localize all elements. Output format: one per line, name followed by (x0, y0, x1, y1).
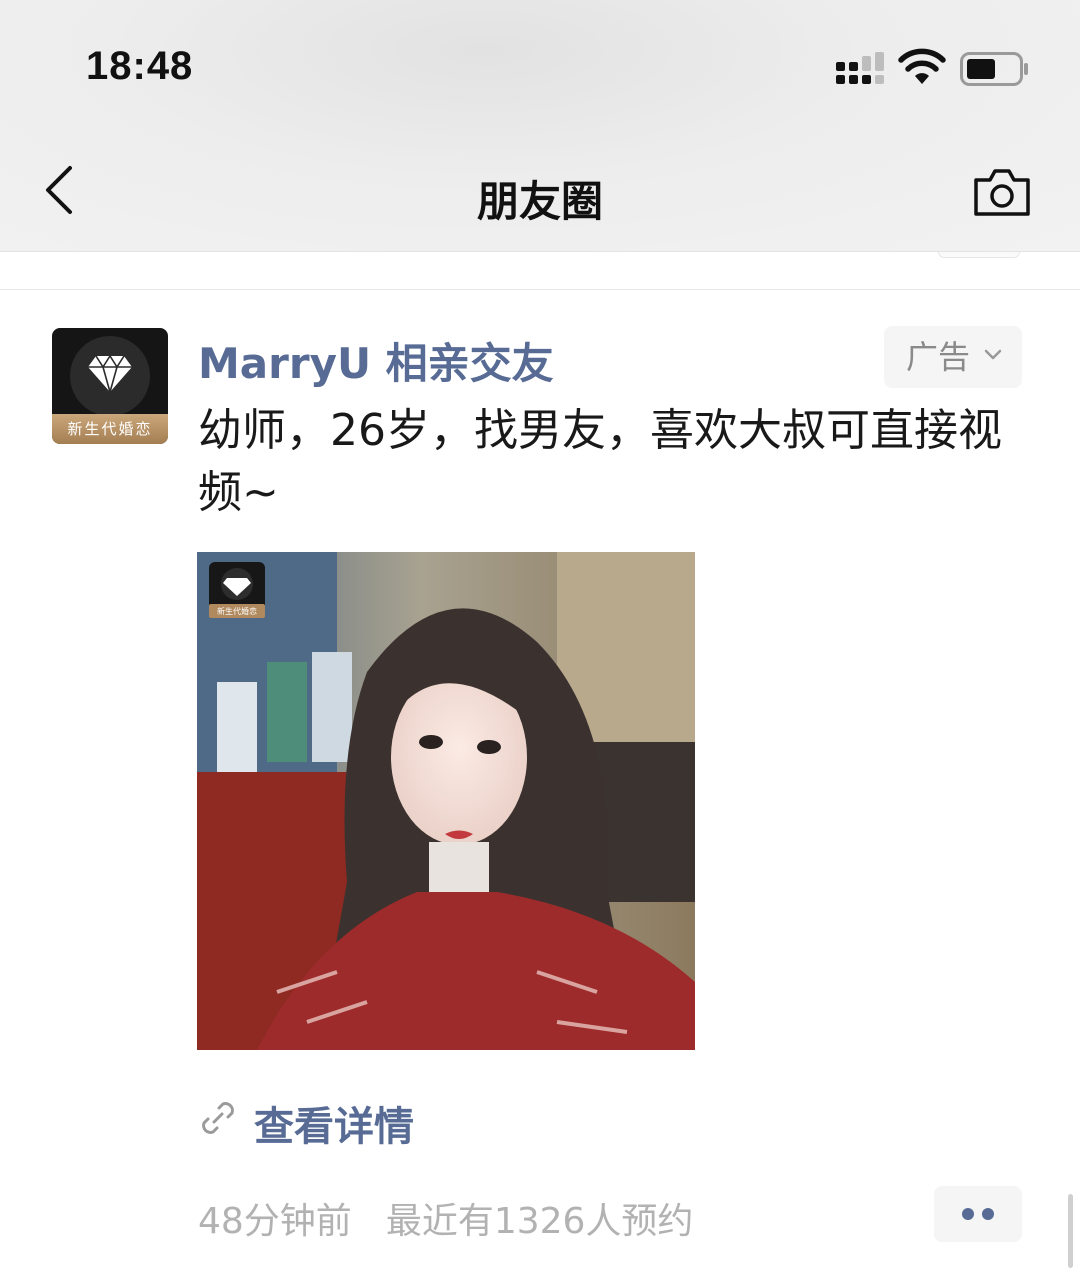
dot-icon (962, 1208, 974, 1220)
more-actions-button[interactable] (934, 1186, 1022, 1242)
status-time: 18:48 (86, 44, 194, 88)
booking-count: 最近有1326人预约 (385, 1201, 694, 1242)
diamond-icon (88, 354, 132, 394)
cellular-signal-icon (836, 52, 884, 84)
post-photo[interactable]: 新生代婚恋 (197, 552, 695, 1050)
camera-icon[interactable] (972, 166, 1032, 218)
post-meta: 48分钟前 最近有1326人预约 (198, 1192, 693, 1244)
poster-avatar[interactable]: 新生代婚恋 (52, 328, 168, 444)
scrollbar[interactable] (1068, 1194, 1073, 1268)
link-icon (202, 1102, 234, 1134)
wifi-icon (898, 48, 946, 84)
ad-label: 广告 (906, 338, 971, 376)
previous-post-edge (938, 252, 1020, 258)
post-text: 幼师，26岁，找男友，喜欢大叔可直接视频~ (198, 405, 1002, 518)
battery-icon (960, 52, 1028, 86)
poster-name[interactable]: MarryU 相亲交友 (198, 330, 554, 391)
post-time: 48分钟前 (198, 1201, 352, 1242)
chevron-down-icon (984, 349, 1002, 360)
top-bar: 18:48 朋友圈 (0, 0, 1080, 252)
avatar-caption: 新生代婚恋 (52, 414, 168, 444)
page-title: 朋友圈 (476, 177, 603, 226)
photo-badge-caption: 新生代婚恋 (217, 606, 257, 616)
dot-icon (982, 1208, 994, 1220)
ad-label-button[interactable]: 广告 (884, 326, 1022, 388)
feed-divider (0, 289, 1080, 290)
view-details-link[interactable]: 查看详情 (254, 1094, 414, 1152)
